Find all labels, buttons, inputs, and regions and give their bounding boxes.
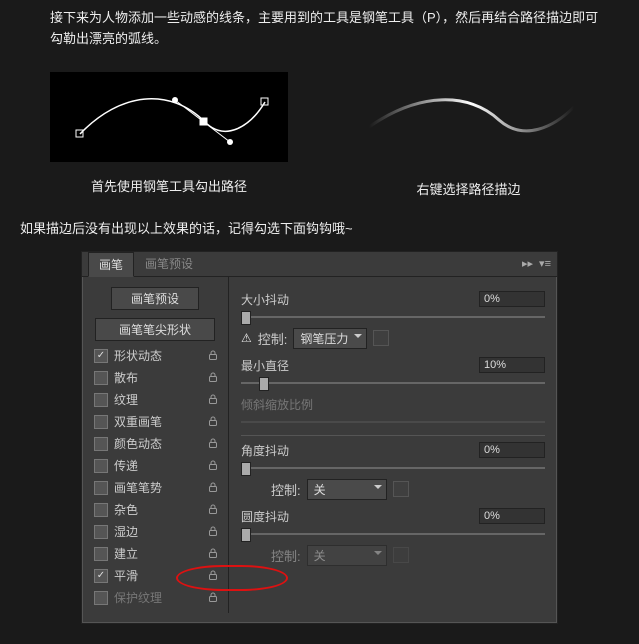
min-diameter-label: 最小直径 [241, 357, 471, 374]
option-label: 形状动态 [114, 347, 206, 364]
brush-tip-shape-button[interactable]: 画笔笔尖形状 [95, 318, 215, 341]
warning-icon: ⚠ [241, 331, 252, 345]
size-jitter-label: 大小抖动 [241, 291, 471, 308]
option-7[interactable]: 杂色 [82, 499, 228, 521]
checkbox-icon[interactable] [94, 569, 108, 583]
tilt-scale-label: 倾斜缩放比例 [241, 396, 471, 413]
option-label: 颜色动态 [114, 435, 206, 452]
option-6[interactable]: 画笔笔势 [82, 477, 228, 499]
option-label: 杂色 [114, 501, 206, 518]
option-0[interactable]: 形状动态 [82, 345, 228, 367]
checkbox-icon[interactable] [94, 503, 108, 517]
option-label: 湿边 [114, 523, 206, 540]
checkbox-icon[interactable] [94, 525, 108, 539]
checkbox-icon[interactable] [94, 437, 108, 451]
flip-toggle-1[interactable] [373, 330, 389, 346]
option-label: 双重画笔 [114, 413, 206, 430]
checkbox-icon[interactable] [94, 393, 108, 407]
option-label: 平滑 [114, 567, 206, 584]
lock-icon[interactable] [206, 458, 220, 473]
flip-toggle-3 [393, 547, 409, 563]
lock-icon[interactable] [206, 568, 220, 583]
checkbox-icon[interactable] [94, 349, 108, 363]
lock-icon[interactable] [206, 480, 220, 495]
tab-brush-preset[interactable]: 画笔预设 [134, 251, 204, 276]
tab-brush[interactable]: 画笔 [88, 252, 134, 277]
divider [241, 435, 545, 436]
control-label-2: 控制: [271, 480, 301, 499]
lock-icon[interactable] [206, 348, 220, 363]
checkbox-icon[interactable] [94, 481, 108, 495]
option-4[interactable]: 颜色动态 [82, 433, 228, 455]
option-9[interactable]: 建立 [82, 543, 228, 565]
angle-jitter-slider[interactable] [241, 461, 545, 475]
note-text: 如果描边后没有出现以上效果的话，记得勾选下面钩钩哦~ [20, 212, 619, 251]
pen-path-demo [50, 72, 288, 162]
lock-icon[interactable] [206, 546, 220, 561]
min-diameter-value[interactable]: 10% [479, 357, 545, 373]
option-2[interactable]: 纹理 [82, 389, 228, 411]
lock-icon[interactable] [206, 590, 220, 605]
option-8[interactable]: 湿边 [82, 521, 228, 543]
lock-icon[interactable] [206, 392, 220, 407]
checkbox-icon[interactable] [94, 415, 108, 429]
option-11[interactable]: 保护纹理 [82, 587, 228, 609]
panel-tabs: 画笔 画笔预设 ▸▸ ▾≡ [82, 252, 557, 277]
option-3[interactable]: 双重画笔 [82, 411, 228, 433]
flip-toggle-2[interactable] [393, 481, 409, 497]
shape-dynamics-settings: 大小抖动 0% ⚠ 控制: 钢笔压力 最小直径 10% [229, 277, 557, 613]
brush-panel: 画笔 画笔预设 ▸▸ ▾≡ 画笔预设 画笔笔尖形状 形状动态散布纹理双重画笔颜色… [81, 251, 558, 624]
option-label: 传递 [114, 457, 206, 474]
demo1-caption: 首先使用钢笔工具勾出路径 [50, 176, 288, 195]
size-jitter-value[interactable]: 0% [479, 291, 545, 307]
size-jitter-slider[interactable] [241, 310, 545, 324]
checkbox-icon[interactable] [94, 547, 108, 561]
checkbox-icon[interactable] [94, 459, 108, 473]
angle-jitter-value[interactable]: 0% [479, 442, 545, 458]
tilt-scale-slider [241, 415, 545, 429]
control-select-1[interactable]: 钢笔压力 [293, 328, 367, 349]
checkbox-icon[interactable] [94, 371, 108, 385]
lock-icon[interactable] [206, 502, 220, 517]
brush-options-list: 画笔预设 画笔笔尖形状 形状动态散布纹理双重画笔颜色动态传递画笔笔势杂色湿边建立… [82, 277, 229, 613]
lock-icon[interactable] [206, 436, 220, 451]
lock-icon[interactable] [206, 370, 220, 385]
control-select-2[interactable]: 关 [307, 479, 387, 500]
lock-icon[interactable] [206, 414, 220, 429]
brush-preset-button[interactable]: 画笔预设 [111, 287, 199, 310]
stroke-demo [349, 72, 589, 162]
option-5[interactable]: 传递 [82, 455, 228, 477]
roundness-jitter-label: 圆度抖动 [241, 508, 471, 525]
option-label: 纹理 [114, 391, 206, 408]
intro-text: 接下来为人物添加一些动感的线条，主要用到的工具是钢笔工具（P），然后再结合路径描… [20, 0, 619, 62]
option-label: 散布 [114, 369, 206, 386]
option-10[interactable]: 平滑 [82, 565, 228, 587]
option-label: 建立 [114, 545, 206, 562]
option-label: 保护纹理 [114, 589, 206, 606]
roundness-jitter-value[interactable]: 0% [479, 508, 545, 524]
demo2-caption: 右键选择路径描边 [318, 179, 619, 198]
option-1[interactable]: 散布 [82, 367, 228, 389]
panel-menu-icon[interactable]: ▾≡ [539, 257, 551, 270]
control-label: 控制: [258, 329, 288, 348]
panel-collapse-icon[interactable]: ▸▸ [522, 257, 533, 270]
control-select-3: 关 [307, 545, 387, 566]
checkbox-icon[interactable] [94, 591, 108, 605]
roundness-jitter-slider[interactable] [241, 527, 545, 541]
option-label: 画笔笔势 [114, 479, 206, 496]
control-label-3: 控制: [271, 546, 301, 565]
min-diameter-slider[interactable] [241, 376, 545, 390]
lock-icon[interactable] [206, 524, 220, 539]
angle-jitter-label: 角度抖动 [241, 442, 471, 459]
